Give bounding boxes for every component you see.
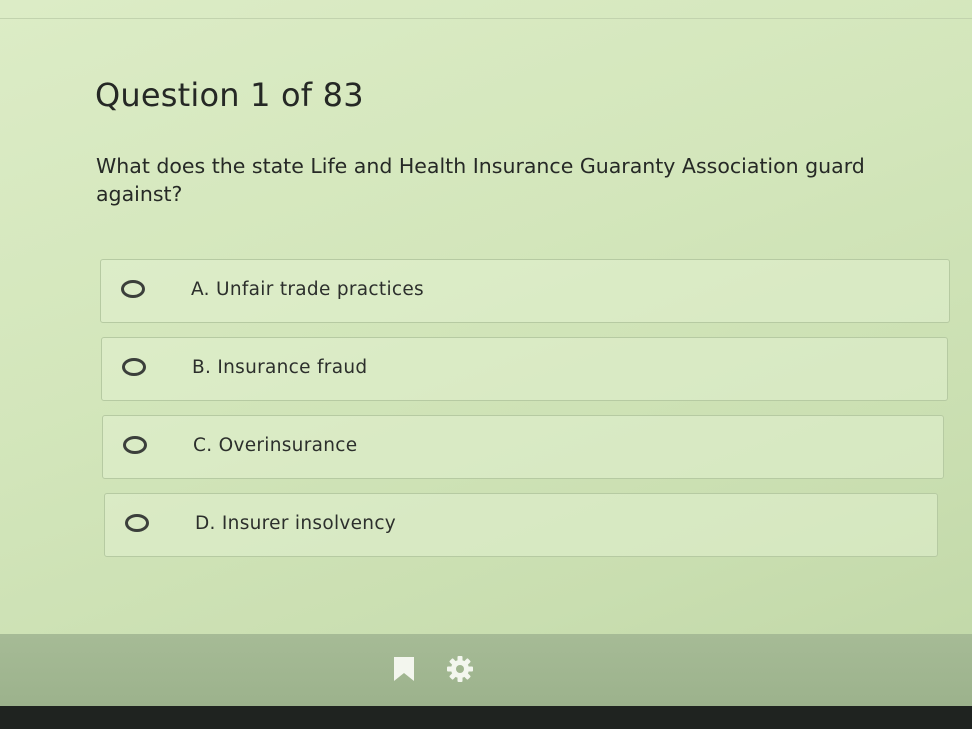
answer-option-c[interactable]: C. Overinsurance	[102, 415, 944, 479]
answer-option-d[interactable]: D. Insurer insolvency	[104, 493, 938, 557]
radio-button[interactable]	[121, 280, 145, 298]
question-counter: Question 1 of 83	[95, 76, 364, 114]
question-text: What does the state Life and Health Insu…	[96, 154, 865, 206]
radio-button[interactable]	[122, 358, 146, 376]
answer-option-label: A. Unfair trade practices	[191, 279, 424, 300]
radio-button[interactable]	[125, 514, 149, 532]
answer-option-label: C. Overinsurance	[193, 435, 358, 456]
bottom-toolbar	[0, 634, 972, 706]
bookmark-icon[interactable]	[392, 656, 416, 682]
gear-icon[interactable]	[446, 655, 474, 683]
answer-option-label: B. Insurance fraud	[192, 357, 368, 378]
answer-option-b[interactable]: B. Insurance fraud	[101, 337, 948, 401]
answer-option-a[interactable]: A. Unfair trade practices	[100, 259, 950, 323]
screen-bezel	[0, 706, 972, 729]
radio-button[interactable]	[123, 436, 147, 454]
answer-option-label: D. Insurer insolvency	[195, 513, 397, 534]
top-divider	[0, 18, 972, 19]
answer-options: A. Unfair trade practices B. Insurance f…	[100, 259, 950, 571]
